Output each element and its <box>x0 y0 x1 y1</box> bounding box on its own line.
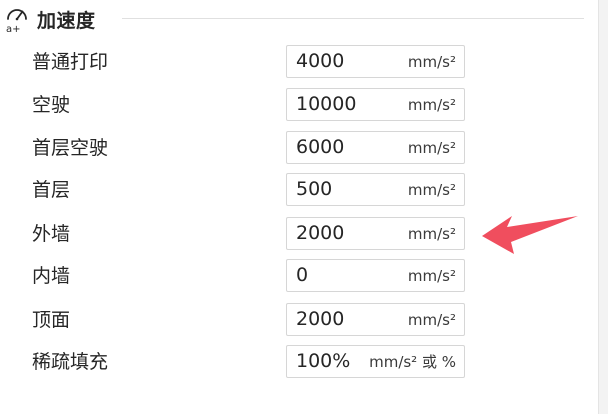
top-surface-acceleration-input[interactable]: 2000 mm/s² <box>286 303 465 336</box>
input-value: 2000 <box>296 222 345 244</box>
setting-row-inner-wall: 内墙 0 mm/s² <box>0 258 600 294</box>
input-value: 500 <box>296 178 333 200</box>
svg-text:a+: a+ <box>6 24 21 34</box>
sparse-infill-acceleration-input[interactable]: 100% mm/s² 或 % <box>286 345 465 378</box>
input-unit: mm/s² 或 % <box>369 353 456 371</box>
section-header: a+ 加速度 <box>5 4 96 35</box>
input-unit: mm/s² <box>407 267 456 285</box>
outer-wall-acceleration-input[interactable]: 2000 mm/s² <box>286 217 465 250</box>
normal-print-acceleration-input[interactable]: 4000 mm/s² <box>286 45 465 78</box>
input-value: 10000 <box>296 93 357 115</box>
setting-label: 空驶 <box>32 94 71 116</box>
input-unit: mm/s² <box>407 181 456 199</box>
input-unit: mm/s² <box>407 311 456 329</box>
input-value: 0 <box>296 264 309 286</box>
input-unit: mm/s² <box>407 96 456 114</box>
input-value: 6000 <box>296 136 345 158</box>
setting-label: 首层 <box>32 179 71 201</box>
setting-label: 首层空驶 <box>32 137 109 159</box>
section-title: 加速度 <box>37 9 96 32</box>
section-divider <box>122 18 584 19</box>
first-layer-acceleration-input[interactable]: 500 mm/s² <box>286 173 465 206</box>
acceleration-settings-panel: a+ 加速度 普通打印 4000 mm/s² 空驶 10000 mm/s² 首层… <box>0 0 608 414</box>
setting-label: 顶面 <box>32 309 71 331</box>
input-value: 100% <box>296 350 351 372</box>
first-layer-travel-acceleration-input[interactable]: 6000 mm/s² <box>286 131 465 164</box>
setting-row-normal-print: 普通打印 4000 mm/s² <box>0 44 600 80</box>
setting-row-first-layer-travel: 首层空驶 6000 mm/s² <box>0 130 600 166</box>
setting-label: 普通打印 <box>32 51 109 73</box>
input-value: 2000 <box>296 308 345 330</box>
input-value: 4000 <box>296 50 345 72</box>
setting-label: 内墙 <box>32 265 71 287</box>
setting-row-travel: 空驶 10000 mm/s² <box>0 87 600 123</box>
acceleration-icon: a+ <box>5 4 29 35</box>
scrollbar[interactable] <box>598 0 608 414</box>
input-unit: mm/s² <box>407 53 456 71</box>
setting-label: 外墙 <box>32 223 71 245</box>
annotation-arrow-icon <box>482 216 578 254</box>
setting-row-top-surface: 顶面 2000 mm/s² <box>0 302 600 338</box>
input-unit: mm/s² <box>407 225 456 243</box>
input-unit: mm/s² <box>407 139 456 157</box>
setting-row-sparse-infill: 稀疏填充 100% mm/s² 或 % <box>0 344 600 380</box>
travel-acceleration-input[interactable]: 10000 mm/s² <box>286 88 465 121</box>
setting-row-first-layer: 首层 500 mm/s² <box>0 172 600 208</box>
inner-wall-acceleration-input[interactable]: 0 mm/s² <box>286 259 465 292</box>
setting-label: 稀疏填充 <box>32 351 109 373</box>
